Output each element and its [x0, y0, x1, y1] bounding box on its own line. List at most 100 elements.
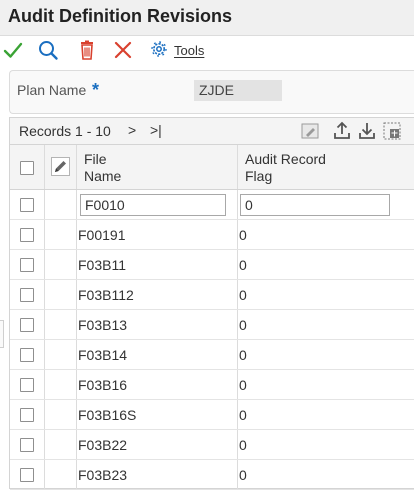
grid-format-icon[interactable]	[382, 121, 402, 141]
select-all-checkbox[interactable]	[20, 161, 34, 175]
audit-flag-header-line2: Flag	[245, 168, 273, 184]
audit-flag-cell: 0	[239, 467, 247, 483]
row-checkbox[interactable]	[20, 258, 34, 272]
column-divider	[76, 430, 77, 459]
grid-header-row: File Name Audit Record Flag	[10, 145, 414, 190]
column-divider	[237, 145, 238, 189]
row-checkbox[interactable]	[20, 438, 34, 452]
ok-check-icon[interactable]	[2, 39, 24, 61]
records-count: Records 1 - 10	[19, 123, 111, 139]
tools-label: Tools	[174, 42, 205, 58]
file-name-cell: F03B11	[78, 257, 126, 273]
file-name-column-header[interactable]: File Name	[84, 151, 121, 185]
cancel-x-icon[interactable]	[112, 39, 134, 61]
row-checkbox[interactable]	[20, 468, 34, 482]
column-divider	[44, 310, 45, 339]
table-row[interactable]: F03B22 0	[10, 430, 414, 460]
grid-toolbar: Records 1 - 10 > >|	[10, 118, 414, 145]
column-divider	[76, 220, 77, 249]
file-name-cell: F03B22	[78, 437, 128, 453]
plan-name-panel: Plan Name * ZJDE	[9, 70, 414, 114]
table-row[interactable]: F03B14 0	[10, 340, 414, 370]
file-name-cell: F00191	[78, 227, 126, 243]
audit-flag-filter-input[interactable]	[240, 194, 390, 216]
search-icon[interactable]	[37, 39, 59, 61]
column-divider	[44, 220, 45, 249]
column-divider	[44, 250, 45, 279]
records-grid: Records 1 - 10 > >| File Name Audit Reco…	[9, 117, 414, 490]
audit-flag-cell: 0	[239, 407, 247, 423]
form-toolbar: Tools	[0, 36, 414, 64]
table-row[interactable]: F03B16S 0	[10, 400, 414, 430]
audit-flag-cell: 0	[239, 257, 247, 273]
row-edit-icon[interactable]	[51, 157, 70, 176]
column-divider	[76, 370, 77, 399]
row-checkbox[interactable]	[20, 378, 34, 392]
next-page-button[interactable]: >	[128, 122, 136, 138]
column-divider	[76, 250, 77, 279]
row-checkbox[interactable]	[20, 348, 34, 362]
file-name-filter-input[interactable]	[80, 194, 226, 216]
column-divider	[76, 340, 77, 369]
column-divider	[44, 430, 45, 459]
audit-flag-cell: 0	[239, 347, 247, 363]
filter-row	[10, 190, 414, 220]
column-divider	[44, 340, 45, 369]
column-divider	[44, 460, 45, 489]
column-divider	[237, 370, 238, 399]
column-divider	[237, 460, 238, 489]
file-name-header-line2: Name	[84, 168, 122, 184]
column-divider	[237, 220, 238, 249]
table-row[interactable]: F03B16 0	[10, 370, 414, 400]
plan-name-label: Plan Name	[17, 82, 87, 98]
row-checkbox[interactable]	[20, 288, 34, 302]
download-icon[interactable]	[357, 121, 377, 141]
tools-menu-button[interactable]: Tools	[150, 40, 204, 60]
table-row[interactable]: F03B13 0	[10, 310, 414, 340]
column-divider	[76, 400, 77, 429]
column-divider	[237, 310, 238, 339]
audit-flag-cell: 0	[239, 377, 247, 393]
page-title: Audit Definition Revisions	[8, 6, 233, 26]
table-row[interactable]: F03B11 0	[10, 250, 414, 280]
delete-icon[interactable]	[76, 39, 98, 61]
column-divider	[44, 400, 45, 429]
audit-flag-header-line1: Audit Record	[245, 151, 326, 167]
file-name-cell: F03B23	[78, 467, 128, 483]
row-checkbox[interactable]	[20, 408, 34, 422]
column-divider	[44, 145, 45, 189]
table-row[interactable]: F00191 0	[10, 220, 414, 250]
collapse-handle[interactable]	[0, 320, 4, 348]
audit-flag-cell: 0	[239, 317, 247, 333]
title-bar: Audit Definition Revisions	[0, 0, 414, 36]
plan-name-field: ZJDE	[194, 80, 282, 101]
column-divider	[237, 280, 238, 309]
audit-flag-cell: 0	[239, 287, 247, 303]
column-divider	[76, 310, 77, 339]
row-checkbox[interactable]	[20, 228, 34, 242]
column-divider	[76, 190, 77, 219]
audit-flag-cell: 0	[239, 437, 247, 453]
last-page-button[interactable]: >|	[150, 122, 162, 138]
table-row[interactable]: F03B23 0	[10, 460, 414, 490]
column-divider	[44, 280, 45, 309]
required-marker: *	[92, 80, 100, 100]
table-row[interactable]: F03B112 0	[10, 280, 414, 310]
file-name-header-line1: File	[84, 151, 107, 167]
file-name-cell: F03B13	[78, 317, 128, 333]
edit-grid-icon[interactable]	[300, 121, 320, 141]
column-divider	[44, 370, 45, 399]
column-divider	[237, 190, 238, 219]
column-divider	[76, 280, 77, 309]
file-name-cell: F03B16	[78, 377, 128, 393]
audit-flag-column-header[interactable]: Audit Record Flag	[245, 151, 326, 185]
upload-icon[interactable]	[332, 121, 352, 141]
column-divider	[76, 145, 77, 189]
column-divider	[76, 460, 77, 489]
file-name-cell: F03B16S	[78, 407, 137, 423]
row-checkbox[interactable]	[20, 318, 34, 332]
gear-icon	[150, 40, 168, 61]
audit-flag-cell: 0	[239, 227, 247, 243]
column-divider	[237, 400, 238, 429]
filter-row-checkbox[interactable]	[20, 198, 34, 212]
